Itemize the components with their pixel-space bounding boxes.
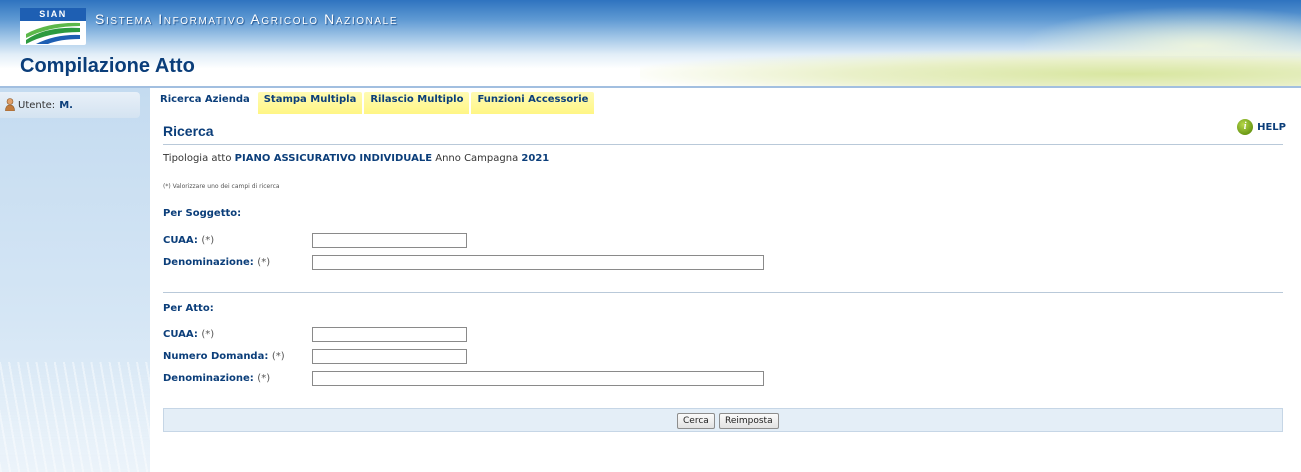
required-marker: (*) xyxy=(201,329,215,340)
sidebar: Utente: M. xyxy=(0,88,150,472)
atto-cuaa-label-text: CUAA: xyxy=(163,329,198,340)
sian-logo-text: SIAN xyxy=(20,8,86,21)
atto-numero-domanda-input[interactable] xyxy=(312,349,467,364)
tab-rilascio-multiplo[interactable]: Rilascio Multiplo xyxy=(364,92,470,114)
section-divider xyxy=(163,144,1283,145)
help-link[interactable]: i HELP xyxy=(1237,119,1286,135)
tipologia-atto: Tipologia atto PIANO ASSICURATIVO INDIVI… xyxy=(163,153,549,164)
logo-waves-icon xyxy=(26,22,80,44)
soggetto-denominazione-input[interactable] xyxy=(312,255,764,270)
page-title: Compilazione Atto xyxy=(20,55,195,77)
required-marker: (*) xyxy=(257,257,271,268)
tab-ricerca-azienda[interactable]: Ricerca Azienda xyxy=(154,92,256,114)
user-value: M. xyxy=(59,99,73,111)
required-fields-note: (*) Valorizzare uno dei campi di ricerca xyxy=(163,183,280,190)
button-bar: Cerca Reimposta xyxy=(163,408,1283,432)
user-label: Utente: xyxy=(18,99,56,111)
help-label: HELP xyxy=(1257,121,1286,133)
user-icon xyxy=(5,98,15,111)
soggetto-cuaa-label: CUAA: (*) xyxy=(163,235,214,246)
sian-logo[interactable]: SIAN xyxy=(20,8,86,45)
anno-label: Anno Campagna xyxy=(435,153,519,164)
group-title-per-soggetto: Per Soggetto: xyxy=(163,208,242,219)
required-marker: (*) xyxy=(257,373,271,384)
tipologia-prefix: Tipologia atto xyxy=(163,153,232,164)
soggetto-cuaa-label-text: CUAA: xyxy=(163,235,198,246)
reimposta-button[interactable]: Reimposta xyxy=(719,413,779,429)
required-marker: (*) xyxy=(271,351,285,362)
section-title: Ricerca xyxy=(163,123,214,139)
tipologia-value: PIANO ASSICURATIVO INDIVIDUALE xyxy=(234,153,433,164)
soggetto-denominazione-label-text: Denominazione: xyxy=(163,257,254,268)
atto-denominazione-input[interactable] xyxy=(312,371,764,386)
group-divider xyxy=(163,292,1283,293)
app-title: Sistema Informativo Agricolo Nazionale xyxy=(95,11,399,27)
group-title-per-atto: Per Atto: xyxy=(163,303,214,314)
header-sky-decoration xyxy=(1020,6,1301,56)
tab-bar: Ricerca Azienda Stampa Multipla Rilascio… xyxy=(154,92,596,114)
soggetto-cuaa-input[interactable] xyxy=(312,233,467,248)
atto-denominazione-label-text: Denominazione: xyxy=(163,373,254,384)
atto-numero-domanda-label-text: Numero Domanda: xyxy=(163,351,269,362)
tab-stampa-multipla[interactable]: Stampa Multipla xyxy=(257,92,363,114)
sidebar-wheat-decoration xyxy=(0,362,150,472)
help-icon: i xyxy=(1237,119,1254,135)
soggetto-denominazione-label: Denominazione: (*) xyxy=(163,257,270,268)
user-info: Utente: M. xyxy=(0,92,140,118)
cerca-button[interactable]: Cerca xyxy=(677,413,715,429)
app-header: SIAN Sistema Informativo Agricolo Nazion… xyxy=(0,0,1301,88)
required-marker: (*) xyxy=(201,235,215,246)
atto-cuaa-input[interactable] xyxy=(312,327,467,342)
atto-cuaa-label: CUAA: (*) xyxy=(163,329,214,340)
anno-value: 2021 xyxy=(521,153,550,164)
tab-funzioni-accessorie[interactable]: Funzioni Accessorie xyxy=(471,92,595,114)
atto-denominazione-label: Denominazione: (*) xyxy=(163,373,270,384)
main-content: Ricerca Azienda Stampa Multipla Rilascio… xyxy=(150,88,1301,472)
atto-numero-domanda-label: Numero Domanda: (*) xyxy=(163,351,285,362)
